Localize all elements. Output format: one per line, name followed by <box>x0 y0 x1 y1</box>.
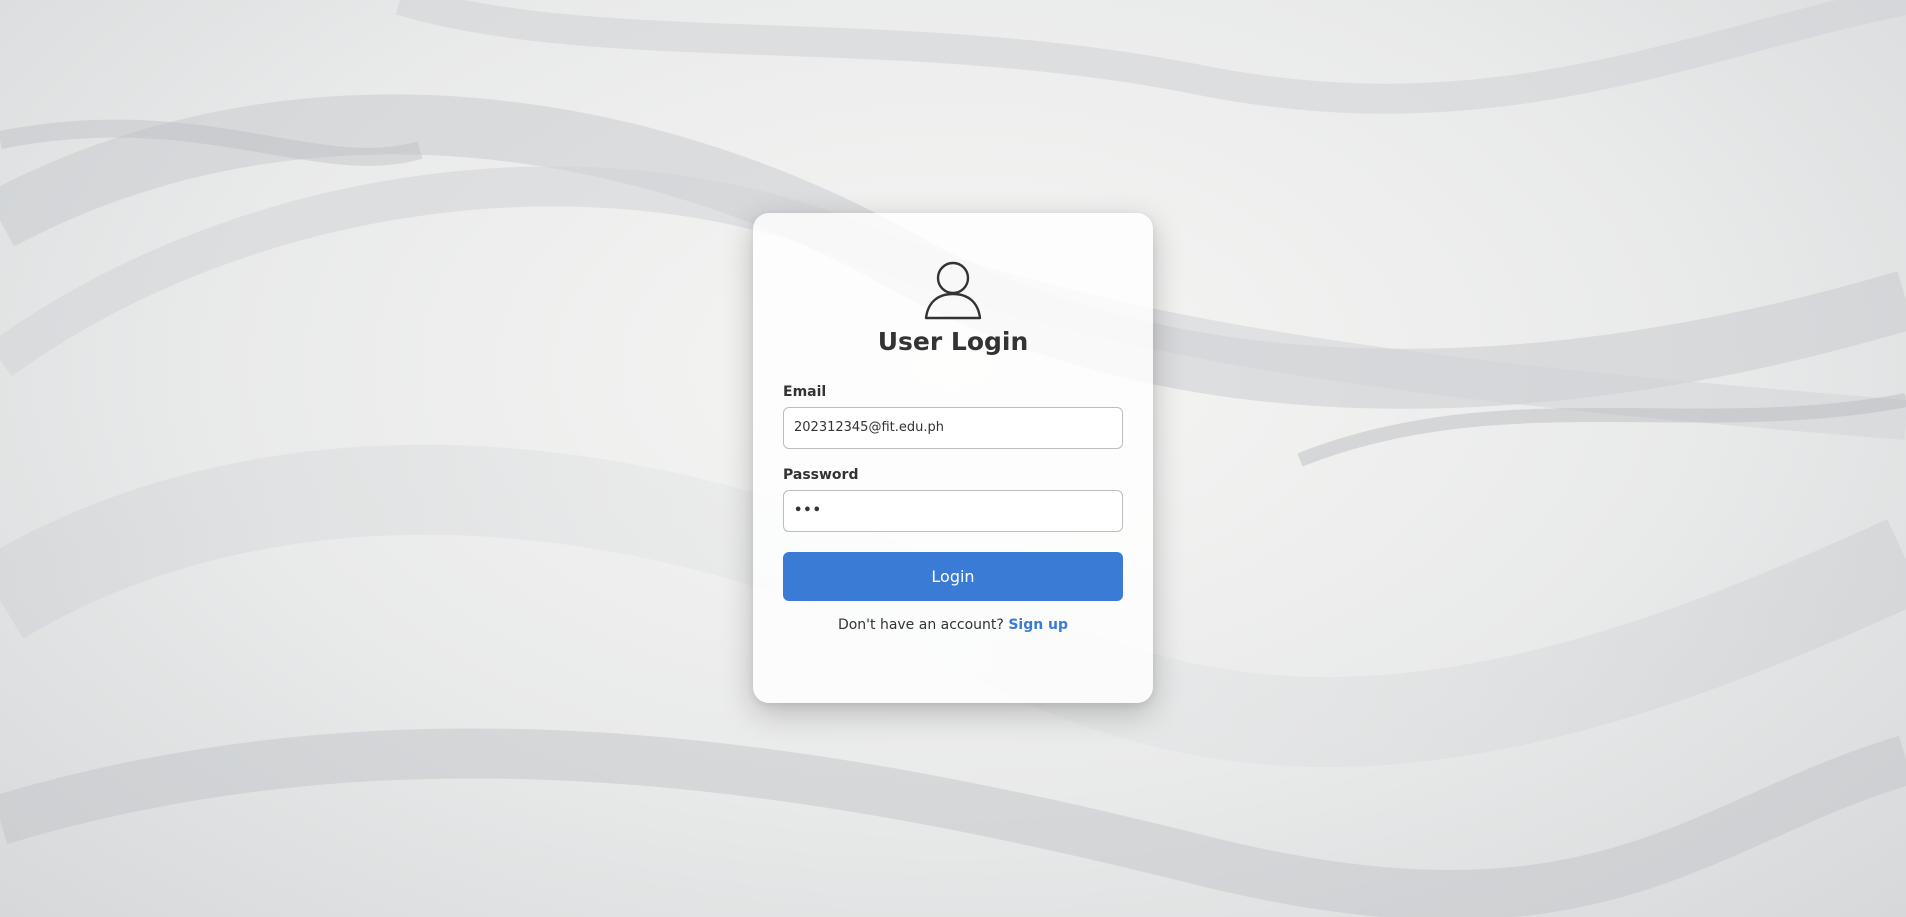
user-icon <box>922 258 984 322</box>
email-field[interactable]: 202312345@fit.edu.ph <box>783 407 1123 449</box>
email-label: Email <box>783 384 827 400</box>
signup-link[interactable]: Sign up <box>1008 617 1068 633</box>
signup-row: Don't have an account? Sign up <box>783 617 1123 633</box>
login-card: User Login Email 202312345@fit.edu.ph Pa… <box>753 213 1153 703</box>
login-button[interactable]: Login <box>783 552 1123 601</box>
password-label: Password <box>783 467 859 483</box>
page-title: User Login <box>877 327 1029 356</box>
password-field[interactable]: ••• <box>783 490 1123 532</box>
signup-prompt: Don't have an account? <box>837 617 1004 633</box>
avatar <box>783 258 1123 322</box>
